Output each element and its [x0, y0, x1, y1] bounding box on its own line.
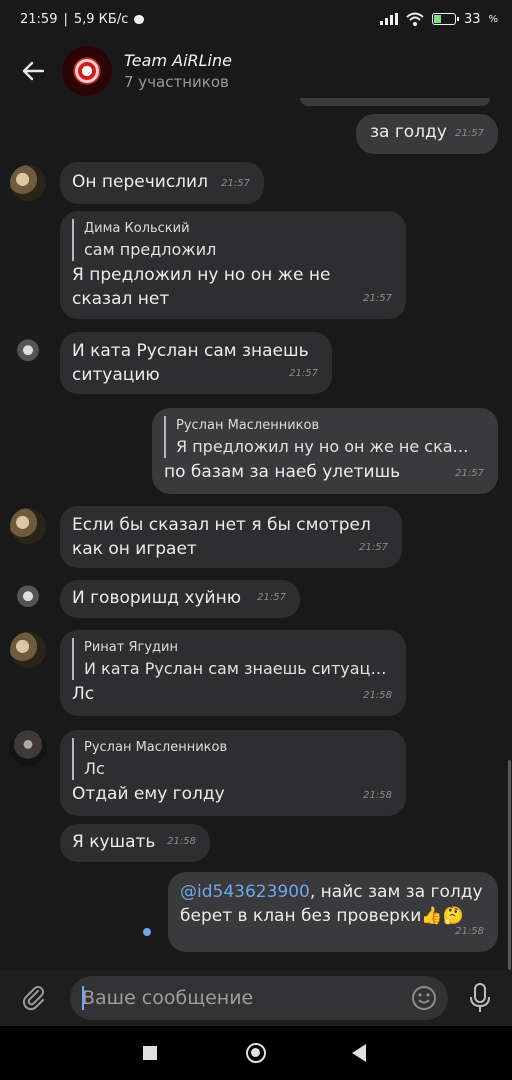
avatar[interactable] — [10, 730, 46, 766]
reply-quote[interactable]: Руслан Масленников Лс — [72, 738, 394, 780]
message-text: Я кушать — [72, 832, 156, 852]
message-text: Лс — [72, 684, 95, 704]
wifi-icon — [406, 12, 424, 26]
avatar[interactable] — [10, 580, 46, 616]
message-time: 21:57 — [221, 178, 250, 189]
message-text-line: И ката Руслан сам знаешь — [72, 341, 309, 361]
reply-quote[interactable]: Ринат Ягудин И ката Руслан сам знаешь си… — [72, 638, 388, 680]
system-back-button[interactable] — [352, 1044, 366, 1062]
unread-indicator — [143, 928, 151, 936]
message-text: , найс зам за голду — [309, 882, 483, 902]
attachment-clip-icon[interactable] — [20, 984, 48, 1012]
message-text: за голду — [370, 122, 447, 142]
members-count: 7 участников — [124, 73, 229, 91]
chat-info[interactable]: Team AiRLine 7 участников — [124, 51, 232, 91]
reply-author: Руслан Масленников — [176, 418, 320, 433]
message-text: Отдай ему голду — [72, 784, 225, 804]
message-incoming[interactable]: Дима Кольский сам предложил Я предложил … — [60, 211, 406, 319]
message-incoming[interactable]: И ката Руслан сам знаешь ситуацию 21:57 — [60, 332, 332, 394]
reply-quote[interactable]: Дима Кольский сам предложил — [72, 219, 394, 261]
user-mention-link[interactable]: @id543623900 — [180, 882, 310, 902]
clock: 21:59 — [20, 11, 58, 27]
message-text: Он перечислил — [72, 172, 208, 192]
cell-signal-icon — [379, 13, 398, 25]
reply-text: Я предложил ну но он же не ска… — [176, 437, 469, 456]
battery-percent: 33 — [463, 11, 481, 27]
message-time: 21:57 — [363, 293, 392, 304]
message-text: по базам за наеб улетишь — [164, 462, 401, 482]
reply-author: Дима Кольский — [84, 221, 190, 236]
message-incoming[interactable]: Если бы сказал нет я бы смотрел как он и… — [60, 506, 402, 568]
reply-text: сам предложил — [84, 240, 217, 259]
chat-title: Team AiRLine — [124, 51, 232, 70]
group-avatar[interactable] — [62, 46, 112, 96]
reply-author: Ринат Ягудин — [84, 640, 178, 655]
message-time: 21:57 — [455, 468, 484, 479]
message-input[interactable] — [82, 984, 402, 1012]
message-list[interactable]: за голду 21:57 Он перечислил 21:57 Дима … — [0, 98, 512, 970]
network-speed: 5,9 КБ/с — [73, 11, 129, 27]
chat-header: Team AiRLine 7 участников — [0, 38, 512, 104]
system-navigation-bar — [0, 1026, 512, 1080]
message-incoming[interactable]: Он перечислил 21:57 — [60, 162, 264, 204]
message-outgoing[interactable]: за голду 21:57 — [356, 114, 498, 154]
message-incoming[interactable]: Я кушать 21:58 — [60, 824, 210, 862]
composer-bar — [0, 970, 512, 1026]
message-text-line: @id543623900, найс зам за голду — [180, 880, 486, 904]
arrow-left-icon — [22, 61, 44, 81]
reply-quote[interactable]: Руслан Масленников Я предложил ну но он … — [164, 416, 480, 458]
emoji-icon[interactable] — [410, 984, 438, 1012]
message-time: 21:58 — [363, 690, 392, 701]
status-bar: 21:59 | 5,9 КБ/с 33 % — [0, 0, 512, 38]
separator: | — [63, 11, 68, 27]
message-text-line: берет в клан без проверки👍🤔 — [180, 906, 464, 926]
recents-button[interactable] — [143, 1046, 157, 1060]
message-time: 21:58 — [363, 790, 392, 801]
reply-text: И ката Руслан сам знаешь ситуац… — [84, 659, 387, 678]
message-time: 21:57 — [455, 128, 484, 139]
message-time: 21:58 — [455, 926, 484, 937]
avatar[interactable] — [10, 334, 46, 370]
message-text: И говоришд хуйню — [72, 588, 242, 608]
back-button[interactable] — [18, 56, 48, 86]
message-text-line: Если бы сказал нет я бы смотрел — [72, 515, 371, 535]
battery-unit: % — [488, 13, 498, 25]
reply-text: Лс — [84, 759, 105, 778]
status-left: 21:59 | 5,9 КБ/с — [20, 11, 145, 27]
status-right: 33 % — [379, 11, 498, 27]
battery-icon — [431, 13, 459, 25]
message-time: 21:58 — [167, 836, 196, 847]
microphone-icon[interactable] — [466, 982, 494, 1014]
message-incoming[interactable]: И говоришд хуйню 21:57 — [60, 580, 300, 618]
avatar[interactable] — [10, 632, 46, 668]
home-button[interactable] — [246, 1043, 266, 1063]
avatar[interactable] — [10, 508, 46, 544]
message-time: 21:57 — [289, 368, 318, 379]
reply-author: Руслан Масленников — [84, 740, 228, 755]
message-incoming[interactable]: Ринат Ягудин И ката Руслан сам знаешь си… — [60, 630, 406, 716]
message-outgoing[interactable]: @id543623900, найс зам за голду берет в … — [168, 872, 498, 952]
message-field[interactable] — [70, 976, 448, 1020]
message-text-line: как он играет — [72, 539, 197, 559]
message-time: 21:57 — [257, 592, 286, 603]
message-notification-icon — [134, 14, 145, 24]
scrollbar[interactable] — [508, 760, 511, 970]
message-outgoing[interactable]: Руслан Масленников Я предложил ну но он … — [152, 408, 498, 494]
message-text-line: Я предложил ну но он же не — [72, 265, 331, 285]
message-time: 21:57 — [359, 542, 388, 553]
avatar[interactable] — [10, 165, 46, 201]
message-incoming[interactable]: Руслан Масленников Лс Отдай ему голду 21… — [60, 730, 406, 816]
previous-message-bubble[interactable] — [300, 98, 490, 106]
message-text-line: ситуацию — [72, 365, 160, 385]
message-text-line: сказал нет — [72, 289, 170, 309]
